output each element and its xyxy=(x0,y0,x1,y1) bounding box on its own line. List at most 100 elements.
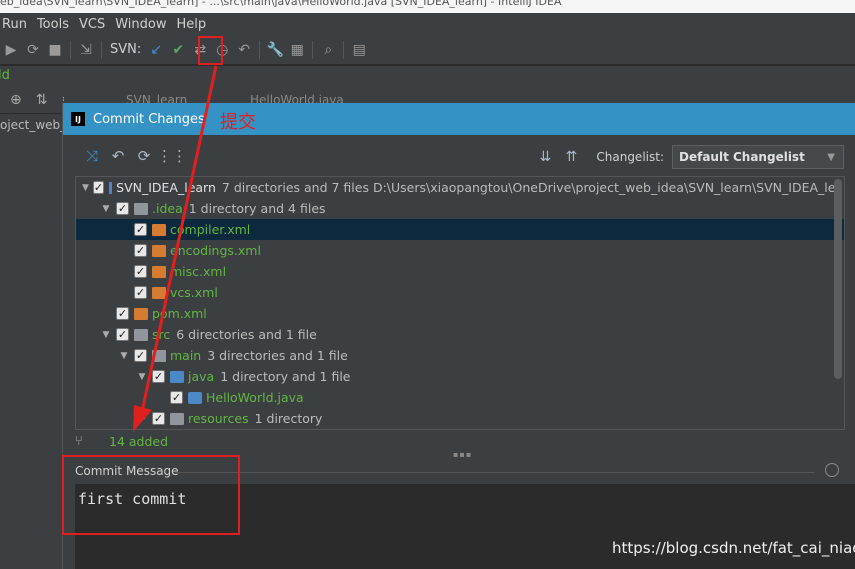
tree-row[interactable]: ▶ ✓ resources 1 directory xyxy=(76,408,844,429)
changelist-controls: ⇊ ⇈ Changelist: Default Changelist ▼ xyxy=(532,145,844,169)
tree-item-hint: 1 directory and 4 files xyxy=(188,201,326,216)
main-toolbar: ▶ ⟳ ■ ⇲ SVN: ↙ ✔ ⇄ ◷ ↶ 🔧 ▦ ⌕ ▤ xyxy=(0,35,855,65)
tree-item-name: compiler.xml xyxy=(170,222,251,237)
toolbar-divider xyxy=(259,40,261,59)
tree-row[interactable]: ✓ vcs.xml xyxy=(76,282,844,303)
tree-item-hint: 3 directories and 1 file xyxy=(207,348,348,363)
tree-item-hint: 1 directory xyxy=(254,411,323,426)
tree-item-hint: 6 directories and 1 file xyxy=(176,327,317,342)
tree-scrollbar[interactable] xyxy=(834,179,842,379)
tree-item-hint: 7 directories and 7 files D:\Users\xiaop… xyxy=(221,180,845,195)
include-checkbox[interactable]: ✓ xyxy=(134,244,147,257)
project-structure-icon[interactable]: ▦ xyxy=(286,39,308,61)
splitter-handle[interactable]: ▪▪▪ xyxy=(453,450,471,459)
include-checkbox[interactable]: ✓ xyxy=(116,202,129,215)
include-checkbox[interactable]: ✓ xyxy=(134,349,147,362)
svn-commit-icon[interactable]: ✔ xyxy=(167,39,189,61)
intellij-logo-icon: IJ xyxy=(71,112,85,126)
search-icon[interactable]: ⌕ xyxy=(317,39,339,61)
menu-run[interactable]: Run xyxy=(0,17,33,32)
tree-row[interactable]: ✓ pom.xml xyxy=(76,303,844,324)
group-by-icon[interactable]: ⋮⋮ xyxy=(157,147,187,165)
svn-label: SVN: xyxy=(110,42,142,57)
changelist-select[interactable]: Default Changelist ▼ xyxy=(672,145,844,169)
folder-icon xyxy=(134,202,148,215)
menu-bar: Run Tools VCS Window Help xyxy=(0,13,855,35)
tree-item-name: java xyxy=(188,369,215,384)
ide-window: eb_idea\SVN_learn\SVN_IDEA_learn] - ...\… xyxy=(0,0,855,569)
window-title-bar: eb_idea\SVN_learn\SVN_IDEA_learn] - ...\… xyxy=(0,0,855,13)
tree-row[interactable]: ▼ ✓ .idea 1 directory and 4 files xyxy=(76,198,844,219)
toolbar-divider xyxy=(312,40,314,59)
tree-row[interactable]: ✓ compiler.xml xyxy=(76,219,844,240)
include-checkbox[interactable]: ✓ xyxy=(152,370,165,383)
stop-icon[interactable]: ■ xyxy=(44,39,66,61)
commit-message-highlight xyxy=(62,455,240,535)
tree-row[interactable]: ✓ HelloWorld.java xyxy=(76,387,844,408)
tree-item-name: pom.xml xyxy=(152,306,207,321)
include-checkbox[interactable]: ✓ xyxy=(134,223,147,236)
tree-row[interactable]: ▼ ✓ SVN_IDEA_learn 7 directories and 7 file… xyxy=(76,177,844,198)
java-icon xyxy=(188,391,202,404)
navigation-bar: ld xyxy=(0,66,855,88)
folder-icon xyxy=(170,412,184,425)
navigation-path[interactable]: ld xyxy=(0,68,10,83)
changelist-label: Changelist: xyxy=(596,150,664,164)
chevron-down-icon: ▼ xyxy=(827,151,835,163)
build-icon[interactable]: ⇲ xyxy=(75,39,97,61)
rollback-icon[interactable]: ↶ xyxy=(105,147,131,165)
tree-item-hint: 1 directory and 1 file xyxy=(220,369,351,384)
menu-tools[interactable]: Tools xyxy=(33,17,75,32)
changelist-value: Default Changelist xyxy=(679,150,805,164)
changes-tree: ▼ ✓ SVN_IDEA_learn 7 directories and 7 file… xyxy=(75,176,845,430)
commit-message-divider xyxy=(175,472,815,473)
branch-icon: ⑂ xyxy=(75,433,83,449)
added-count: 14 added xyxy=(109,433,169,449)
debug-icon[interactable]: ⟳ xyxy=(22,39,44,61)
tree-row[interactable]: ✓ encodings.xml xyxy=(76,240,844,261)
folder-icon xyxy=(134,328,148,341)
refresh-icon[interactable]: ⟳ xyxy=(131,147,157,165)
commit-history-clock-icon[interactable] xyxy=(825,463,839,477)
tree-row[interactable]: ✓ misc.xml xyxy=(76,261,844,282)
include-checkbox[interactable]: ✓ xyxy=(170,391,183,404)
tree-item-name: SVN_IDEA_learn xyxy=(116,180,216,195)
expand-toggle-icon[interactable]: ▼ xyxy=(136,372,148,382)
tree-item-name: misc.xml xyxy=(170,264,227,279)
project-tool-header: ⊕⇅⚙ xyxy=(0,88,74,114)
include-checkbox[interactable]: ✓ xyxy=(152,412,165,425)
tree-item-name: HelloWorld.java xyxy=(206,390,304,405)
include-checkbox[interactable]: ✓ xyxy=(134,286,147,299)
menu-help[interactable]: Help xyxy=(172,17,212,32)
dialog-title: Commit Changes xyxy=(93,111,205,127)
expand-toggle-icon[interactable]: ▼ xyxy=(118,351,130,361)
run-icon[interactable]: ▶ xyxy=(0,39,22,61)
expand-toggle-icon[interactable]: ▼ xyxy=(100,204,112,214)
tree-row[interactable]: ▼ ✓ src 6 directories and 1 file xyxy=(76,324,844,345)
include-checkbox[interactable]: ✓ xyxy=(116,307,129,320)
expand-toggle-icon[interactable]: ▶ xyxy=(136,414,148,424)
expand-toggle-icon[interactable]: ▼ xyxy=(82,183,89,193)
tree-item-name: vcs.xml xyxy=(170,285,218,300)
move-to-changelist-icon[interactable]: ⤨ xyxy=(79,147,105,165)
expand-all-icon[interactable]: ⇊ xyxy=(532,149,558,165)
tasks-icon[interactable]: ▤ xyxy=(348,39,370,61)
folder-icon xyxy=(152,349,166,362)
srcfolder-icon xyxy=(170,370,184,383)
menu-window[interactable]: Window xyxy=(111,17,172,32)
tree-item-name: main xyxy=(170,348,202,363)
svn-revert-icon[interactable]: ↶ xyxy=(233,39,255,61)
menu-vcs[interactable]: VCS xyxy=(75,17,111,32)
svn-update-icon[interactable]: ↙ xyxy=(145,39,167,61)
include-checkbox[interactable]: ✓ xyxy=(134,265,147,278)
include-checkbox[interactable]: ✓ xyxy=(92,181,105,194)
toolbar-divider xyxy=(101,40,102,59)
tree-row[interactable]: ▼ ✓ java 1 directory and 1 file xyxy=(76,366,844,387)
expand-toggle-icon[interactable]: ▼ xyxy=(100,330,112,340)
collapse-all-icon[interactable]: ⇈ xyxy=(558,149,584,165)
include-checkbox[interactable]: ✓ xyxy=(116,328,129,341)
settings-wrench-icon[interactable]: 🔧 xyxy=(264,39,286,61)
tree-row[interactable]: ▼ ✓ main 3 directories and 1 file xyxy=(76,345,844,366)
changes-status-row: ⑂ 14 added xyxy=(75,430,845,452)
window-title: eb_idea\SVN_learn\SVN_IDEA_learn] - ...\… xyxy=(0,0,562,8)
